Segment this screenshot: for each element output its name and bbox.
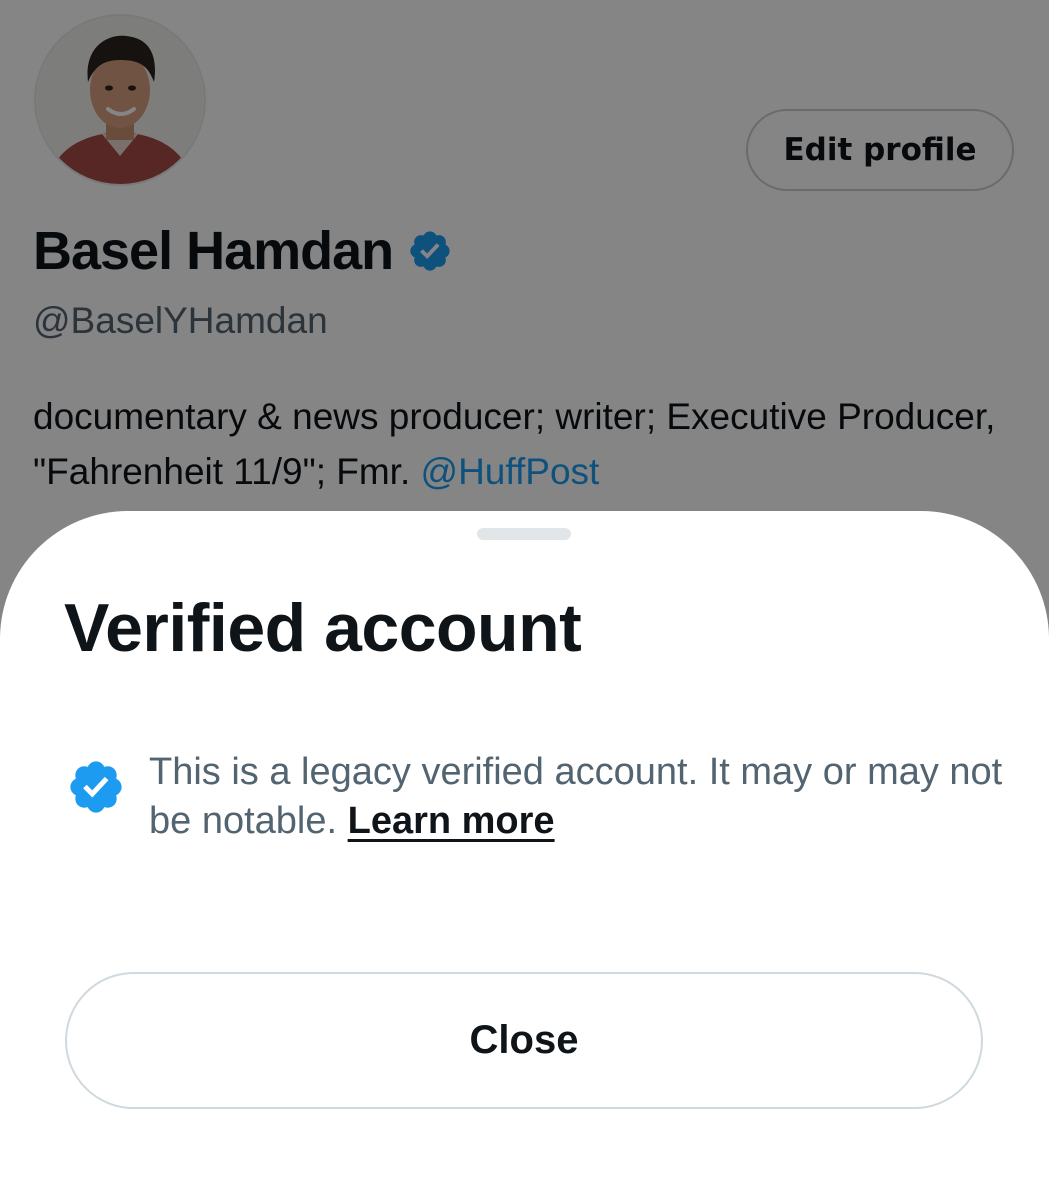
verified-info-text: This is a legacy verified account. It ma… [149, 748, 1009, 846]
verified-message: This is a legacy verified account. It ma… [149, 751, 1003, 842]
verified-badge-icon [66, 757, 126, 817]
sheet-drag-handle[interactable] [477, 528, 571, 540]
verified-account-sheet: Verified account This is a legacy verifi… [0, 511, 1049, 1200]
close-button[interactable]: Close [65, 972, 983, 1109]
learn-more-link[interactable]: Learn more [348, 800, 555, 842]
sheet-title: Verified account [64, 590, 582, 666]
